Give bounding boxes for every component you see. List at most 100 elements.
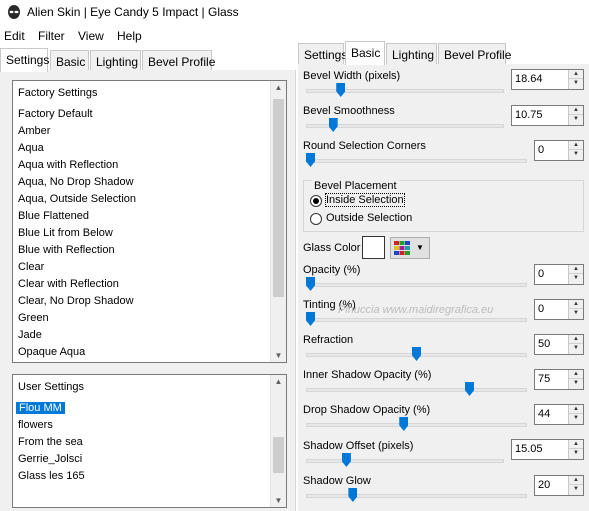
bevel-width-slider[interactable] bbox=[306, 89, 504, 93]
spin-up-icon[interactable]: ▲ bbox=[569, 335, 583, 344]
spin-up-icon[interactable]: ▲ bbox=[569, 141, 583, 150]
tinting-spinner[interactable]: 0 ▲ ▼ bbox=[534, 299, 584, 320]
scroll-up-icon[interactable]: ▲ bbox=[271, 83, 286, 92]
spin-down-icon[interactable]: ▼ bbox=[569, 150, 583, 159]
bevel-width-slider-thumb[interactable] bbox=[336, 83, 346, 97]
scroll-up-icon[interactable]: ▲ bbox=[271, 377, 286, 386]
spin-buttons[interactable]: ▲ ▼ bbox=[568, 405, 583, 424]
inside-selection-radio[interactable] bbox=[310, 195, 322, 207]
shadow-offset-slider[interactable] bbox=[306, 459, 504, 463]
left-tab-settings[interactable]: Settings bbox=[0, 48, 49, 72]
user-list-scrollbar[interactable]: ▲ ▼ bbox=[270, 375, 286, 507]
list-item-selected[interactable]: Flou MM bbox=[16, 402, 65, 414]
spin-buttons[interactable]: ▲ ▼ bbox=[568, 265, 583, 284]
drop-shadow-opacity-spinner[interactable]: 44 ▲ ▼ bbox=[534, 404, 584, 425]
outside-selection-radio[interactable] bbox=[310, 213, 322, 225]
right-tab-lighting[interactable]: Lighting bbox=[386, 43, 437, 65]
opacity-slider[interactable] bbox=[306, 283, 527, 287]
round-corners-slider[interactable] bbox=[306, 159, 527, 163]
list-item[interactable]: Blue Flattened bbox=[18, 210, 89, 222]
menu-edit[interactable]: Edit bbox=[4, 29, 25, 43]
list-item[interactable]: From the sea bbox=[18, 436, 83, 448]
list-item[interactable]: Opaque Aqua bbox=[18, 346, 85, 358]
bevel-smoothness-value[interactable]: 10.75 bbox=[515, 109, 543, 121]
list-item[interactable]: Aqua with Reflection bbox=[18, 159, 118, 171]
list-item[interactable]: Gerrie_Jolsci bbox=[18, 453, 82, 465]
user-settings-list[interactable]: User Settings Flou MM flowers From the s… bbox=[12, 374, 287, 508]
scroll-down-icon[interactable]: ▼ bbox=[271, 496, 286, 505]
list-item[interactable]: Amber bbox=[18, 125, 50, 137]
drop-shadow-opacity-value[interactable]: 44 bbox=[538, 408, 550, 420]
menu-filter[interactable]: Filter bbox=[38, 29, 65, 43]
menu-view[interactable]: View bbox=[78, 29, 104, 43]
round-corners-spinner[interactable]: 0 ▲ ▼ bbox=[534, 140, 584, 161]
tinting-slider-thumb[interactable] bbox=[306, 312, 315, 326]
list-item[interactable]: Green bbox=[18, 312, 49, 324]
spin-buttons[interactable]: ▲ ▼ bbox=[568, 440, 583, 459]
spin-down-icon[interactable]: ▼ bbox=[569, 449, 583, 458]
scroll-down-icon[interactable]: ▼ bbox=[271, 351, 286, 360]
shadow-offset-spinner[interactable]: 15.05 ▲ ▼ bbox=[511, 439, 584, 460]
spin-up-icon[interactable]: ▲ bbox=[569, 70, 583, 79]
inner-shadow-opacity-slider[interactable] bbox=[306, 388, 527, 392]
list-item[interactable]: Blue Lit from Below bbox=[18, 227, 113, 239]
spin-up-icon[interactable]: ▲ bbox=[569, 265, 583, 274]
spin-down-icon[interactable]: ▼ bbox=[569, 414, 583, 423]
shadow-glow-slider[interactable] bbox=[306, 494, 527, 498]
refraction-slider-thumb[interactable] bbox=[412, 347, 421, 361]
shadow-glow-spinner[interactable]: 20 ▲ ▼ bbox=[534, 475, 584, 496]
spin-up-icon[interactable]: ▲ bbox=[569, 370, 583, 379]
opacity-value[interactable]: 0 bbox=[538, 268, 544, 280]
refraction-value[interactable]: 50 bbox=[538, 338, 550, 350]
spin-down-icon[interactable]: ▼ bbox=[569, 79, 583, 88]
spin-down-icon[interactable]: ▼ bbox=[569, 309, 583, 318]
round-corners-value[interactable]: 0 bbox=[538, 144, 544, 156]
scroll-thumb[interactable] bbox=[273, 99, 284, 297]
spin-down-icon[interactable]: ▼ bbox=[569, 379, 583, 388]
menu-help[interactable]: Help bbox=[117, 29, 142, 43]
drop-shadow-opacity-slider-thumb[interactable] bbox=[399, 417, 409, 431]
spin-down-icon[interactable]: ▼ bbox=[569, 485, 583, 494]
drop-shadow-opacity-slider[interactable] bbox=[306, 423, 527, 427]
glass-color-swatch[interactable] bbox=[362, 236, 385, 259]
spin-buttons[interactable]: ▲ ▼ bbox=[568, 106, 583, 125]
list-item[interactable]: Clear with Reflection bbox=[18, 278, 119, 290]
spin-buttons[interactable]: ▲ ▼ bbox=[568, 476, 583, 495]
shadow-offset-value[interactable]: 15.05 bbox=[515, 443, 543, 455]
bevel-smoothness-spinner[interactable]: 10.75 ▲ ▼ bbox=[511, 105, 584, 126]
list-item[interactable]: Aqua bbox=[18, 142, 44, 154]
left-tab-basic[interactable]: Basic bbox=[50, 50, 89, 72]
spin-up-icon[interactable]: ▲ bbox=[569, 405, 583, 414]
inner-shadow-opacity-spinner[interactable]: 75 ▲ ▼ bbox=[534, 369, 584, 390]
spin-up-icon[interactable]: ▲ bbox=[569, 106, 583, 115]
list-item[interactable]: Clear, No Drop Shadow bbox=[18, 295, 134, 307]
tinting-value[interactable]: 0 bbox=[538, 303, 544, 315]
list-item[interactable]: Jade bbox=[18, 329, 42, 341]
spin-up-icon[interactable]: ▲ bbox=[569, 440, 583, 449]
left-tab-lighting[interactable]: Lighting bbox=[90, 50, 141, 72]
list-item[interactable]: Aqua, No Drop Shadow bbox=[18, 176, 134, 188]
spin-down-icon[interactable]: ▼ bbox=[569, 115, 583, 124]
right-tab-basic[interactable]: Basic bbox=[345, 41, 385, 65]
spin-down-icon[interactable]: ▼ bbox=[569, 274, 583, 283]
spin-up-icon[interactable]: ▲ bbox=[569, 300, 583, 309]
shadow-glow-slider-thumb[interactable] bbox=[348, 488, 358, 502]
factory-settings-list[interactable]: Factory Settings Factory Default Amber A… bbox=[12, 80, 287, 363]
opacity-spinner[interactable]: 0 ▲ ▼ bbox=[534, 264, 584, 285]
list-item[interactable]: flowers bbox=[18, 419, 53, 431]
bevel-width-value[interactable]: 18.64 bbox=[515, 73, 543, 85]
opacity-slider-thumb[interactable] bbox=[306, 277, 315, 291]
bevel-width-spinner[interactable]: 18.64 ▲ ▼ bbox=[511, 69, 584, 90]
spin-buttons[interactable]: ▲ ▼ bbox=[568, 335, 583, 354]
right-tab-bevel-profile[interactable]: Bevel Profile bbox=[438, 43, 511, 65]
inside-selection-label[interactable]: Inside Selection bbox=[325, 193, 405, 207]
left-tab-bevel-profile[interactable]: Bevel Profile bbox=[142, 50, 215, 72]
color-picker-button[interactable]: ▼ bbox=[390, 237, 430, 259]
list-item[interactable]: Glass les 165 bbox=[18, 470, 85, 482]
list-item[interactable]: Blue with Reflection bbox=[18, 244, 115, 256]
inner-shadow-opacity-slider-thumb[interactable] bbox=[465, 382, 474, 396]
factory-list-scrollbar[interactable]: ▲ ▼ bbox=[270, 81, 286, 362]
spin-buttons[interactable]: ▲ ▼ bbox=[568, 370, 583, 389]
list-item[interactable]: Factory Default bbox=[18, 108, 93, 120]
shadow-glow-value[interactable]: 20 bbox=[538, 479, 550, 491]
